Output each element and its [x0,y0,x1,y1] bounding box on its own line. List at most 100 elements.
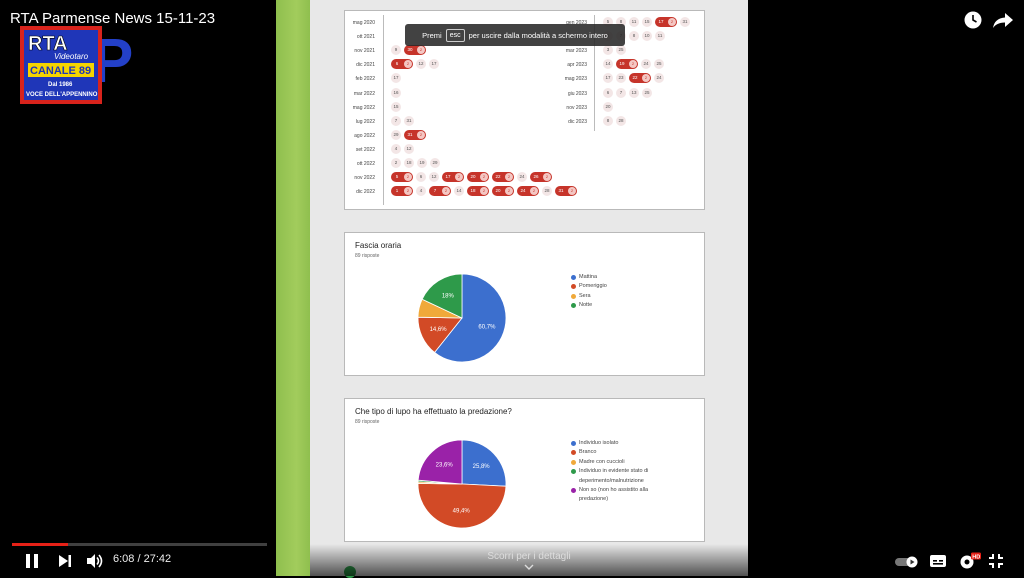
calendar-row: mag 2023 17232224 [557,73,757,85]
calendar-row: nov 2022 56121720222426 [345,172,552,184]
legend-item: Non so (non ho assistito alla predazione… [571,486,666,505]
legend-swatch [571,293,576,299]
scroll-hint-label: Scorri per i dettagli [487,551,571,562]
calendar-day-chip: 14 [603,59,613,70]
pie-card-tipo-lupo: Che tipo di lupo ha effettuato la predaz… [344,398,705,542]
calendar-days: 9 30 [391,45,426,56]
calendar-day-chip: 31 [404,115,414,126]
calendar-month-label: apr 2023 [567,62,587,69]
calendar-day-chip: 4 [416,186,426,197]
calendar-days: 17 [391,73,401,84]
settings-gear-icon[interactable]: HD [958,552,982,575]
calendar-day-chip: 12 [416,59,426,70]
calendar-day-chip: 28 [616,115,626,126]
calendar-day-chip: 14 [454,186,464,197]
calendar-days: 61217 [391,59,439,70]
time-display: 6:08 / 27:42 [113,553,171,565]
calendar-day-chip: 11 [629,17,639,27]
legend-item: Madre con cuccioli [571,458,666,467]
calendar-month-label: dic 2021 [356,62,375,69]
calendar-day-chip: 15 [391,101,401,112]
legend-swatch [571,488,576,494]
legend-swatch [571,284,576,290]
calendar-day-chip: 7 [429,186,451,197]
toast-prefix: Premi [422,30,442,40]
calendar-day-chip: 26 [530,172,552,183]
calendar-days: 14192425 [603,59,664,70]
autoplay-toggle[interactable] [894,555,920,573]
calendar-day-chip: 24 [641,59,651,70]
calendar-day-chip: 19 [417,158,427,168]
calendar-days: 3 25 [603,45,626,56]
legend-swatch [571,459,576,465]
watch-later-icon[interactable] [963,10,983,35]
calendar-month-label: ott 2022 [356,161,375,167]
calendar-day-chip: 8 [629,31,639,42]
calendar-day-chip: 24 [517,172,527,183]
calendar-day-chip: 22 [629,73,651,84]
calendar-day-chip: 23 [616,73,626,84]
toast-key: esc [445,28,465,42]
calendar-days: 6 7 13 25 [603,87,652,98]
video-area[interactable]: RTA Parmense News 15-11-23 P RTA Videota… [0,0,1024,578]
calendar-row: ago 2022 29 31 [345,129,545,142]
calendar-days: 29 31 [391,129,426,140]
calendar-day-chip: 18 [467,186,489,197]
calendar-row: nov 2023 20 [557,101,757,114]
pie-slice-label: 60,7% [478,325,496,331]
calendar-day-chip: 4 [391,143,401,154]
calendar-row: dic 2021 61217 [345,59,545,71]
calendar-day-chip: 25 [616,45,626,56]
calendar-day-chip: 20 [467,172,489,183]
calendar-day-chip: 13 [629,87,639,98]
channel-logo: P RTA Videotaro CANALE 89 Dal 1986 VOCE … [20,24,148,106]
calendar-month-label: ago 2022 [354,132,375,139]
calendar-days: 4 12 [391,143,414,154]
calendar-month-label: nov 2022 [354,175,375,182]
scroll-hint[interactable]: Scorri per i dettagli [310,544,748,576]
calendar-day-chip: 11 [655,31,665,42]
logo-line4: Dal 1986 [48,82,73,88]
calendar-month-label: lug 2022 [355,118,375,125]
calendar-row: dic 2023 8 28 [557,115,757,128]
calendar-month-label: mag 2023 [564,76,587,83]
calendar-days: 20 [603,101,613,112]
share-icon[interactable] [992,10,1014,35]
subtitles-icon[interactable] [929,554,947,573]
legend-item: Pomeriggio [571,282,607,291]
calendar-day-chip: 16 [391,87,401,98]
pie-slice-label: 25,8% [473,464,491,470]
calendar-day-chip: 17 [442,172,464,183]
pie-slice-label: 18% [442,294,455,300]
pie2-legend: Individuo isolato Branco Madre con cucciol… [571,439,666,505]
progress-fill [12,543,69,546]
calendar-row: lug 2022 7 31 [345,115,545,128]
legend-label: Madre con cuccioli [579,458,625,465]
calendar-day-chip: 15 [642,17,652,27]
calendar-month-label: ott 2021 [356,34,375,41]
fullscreen-toast: Premi esc per uscire dalla modalità a sc… [405,24,625,46]
time-total: 27:42 [143,553,172,565]
legend-label: Sera [579,292,591,299]
next-icon[interactable] [58,554,72,573]
volume-icon[interactable] [86,553,104,574]
calendar-day-chip: 17 [391,73,401,84]
pause-icon[interactable] [24,553,40,574]
calendar-month-label: nov 2023 [566,104,587,111]
pie-slice [417,483,507,529]
legend-label: Individuo in evidente stato di deperimen… [579,468,649,484]
calendar-day-chip: 6 [416,172,426,183]
legend-item: Branco [571,448,666,457]
calendar-day-chip: 25 [654,59,664,70]
calendar-day-chip: 7 [391,115,401,126]
legend-swatch [571,275,576,280]
pie1-chart: 60,7% 14,6% 18% [417,273,507,363]
calendar-row: ott 2022 2 18 19 29 [345,158,545,170]
calendar-row: mag 2022 15 [345,101,545,114]
calendar-month-label: set 2022 [355,146,375,153]
calendar-row: apr 2023 14192425 [557,59,757,71]
calendar-day-chip: 8 [603,115,613,126]
exit-fullscreen-icon[interactable] [988,553,1004,574]
pie2-subtitle: 89 risposte [355,419,380,425]
legend-swatch [571,450,576,456]
